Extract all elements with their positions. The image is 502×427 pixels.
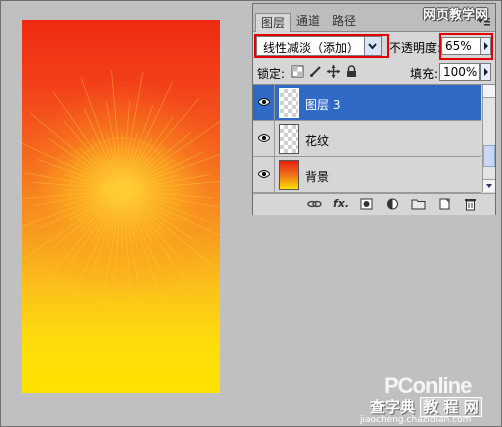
fill-slider-button[interactable] [480,63,491,81]
layers-scrollbar[interactable] [482,85,495,192]
layers-panel: 图层 通道 路径 线性减淡（添加） 不透明度: 65% 锁定: 填充: 100%… [252,3,496,215]
layer-thumbnail [279,124,299,154]
layers-list: 图层 3 花纹 背景 [253,85,481,193]
group-folder-icon[interactable] [411,197,426,211]
tab-channels[interactable]: 通道 [291,12,325,30]
lock-pixels-icon[interactable] [309,65,322,78]
layer-name: 花纹 [305,134,330,148]
chazidian-watermark: 查字典 教 程 网 [370,396,482,417]
lock-row: 锁定: 填充: 100% [253,60,495,85]
blend-mode-callout [254,34,389,58]
eye-icon [258,98,270,106]
fill-input[interactable]: 100% [439,63,480,81]
tab-paths[interactable]: 路径 [327,12,361,30]
tutorial-box: 教 程 网 [420,397,482,417]
visibility-toggle[interactable] [253,121,275,156]
lock-position-icon[interactable] [327,65,340,78]
adjustment-icon[interactable] [385,197,400,211]
chazidian-text: 查字典 [370,398,416,416]
fill-label: 填充: [410,67,439,81]
layer-row-background[interactable]: 背景 [253,157,481,193]
fill-value: 100% [443,65,478,79]
lock-label: 锁定: [257,67,286,81]
tab-layers[interactable]: 图层 [255,13,292,32]
lock-all-icon[interactable] [345,65,358,78]
layer-thumbnail [279,88,299,118]
trash-icon[interactable] [463,197,478,211]
visibility-toggle[interactable] [253,157,275,192]
layer-name: 图层 3 [305,98,341,112]
layer-thumbnail [279,160,299,190]
new-layer-icon[interactable] [437,197,452,211]
canvas-artwork [22,20,220,393]
layer-row-pattern[interactable]: 花纹 [253,121,481,157]
link-icon[interactable] [307,197,322,211]
opacity-label: 不透明度: [389,41,442,55]
scroll-thumb[interactable] [483,145,495,167]
scroll-up-icon[interactable] [483,85,495,98]
site-url-watermark: jiaocheng.chazidian.com [360,415,472,425]
layers-bottom-toolbar: fx. [253,193,495,215]
layer-name: 背景 [305,170,330,184]
layer-row-layer3[interactable]: 图层 3 [253,85,481,121]
visibility-toggle[interactable] [253,85,275,120]
eye-icon [258,134,270,142]
opacity-callout [439,33,493,60]
scroll-down-icon[interactable] [483,179,495,192]
mask-icon[interactable] [359,197,374,211]
lock-transparent-icon[interactable] [291,65,304,78]
site-watermark-top: 网页教学网 [423,8,489,23]
fx-icon[interactable]: fx. [333,197,349,211]
eye-icon [258,170,270,178]
document-canvas[interactable] [22,20,220,393]
